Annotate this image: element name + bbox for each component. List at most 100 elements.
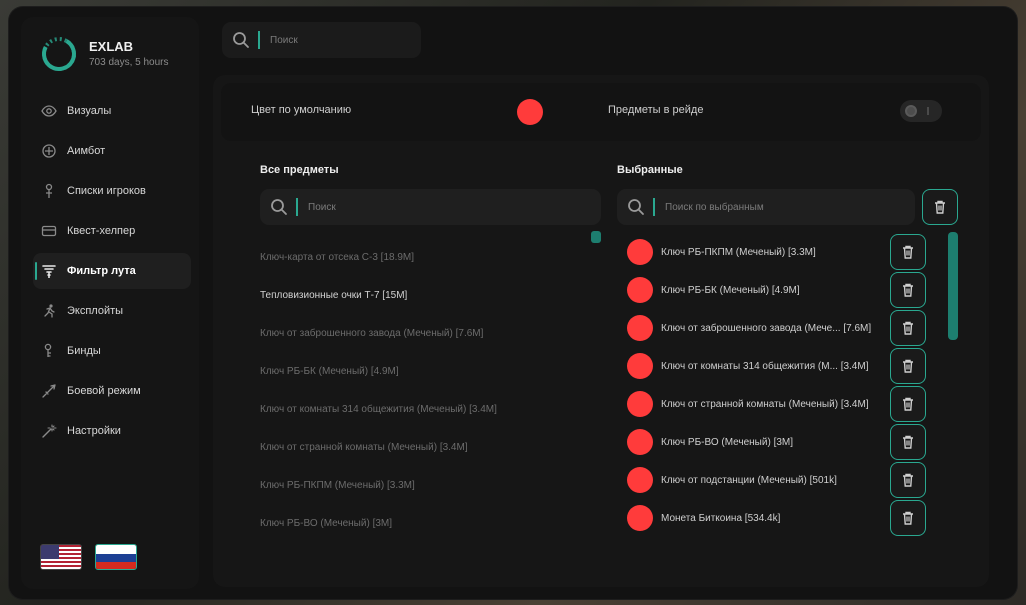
remove-item-button[interactable] — [890, 386, 926, 422]
sidebar-item-visuals[interactable]: Визуалы — [33, 93, 191, 129]
sidebar-item-label: Настройки — [67, 425, 121, 437]
item-color-swatch[interactable] — [627, 429, 653, 455]
toggle-bar — [927, 107, 929, 115]
item-color-swatch[interactable] — [627, 391, 653, 417]
global-search-input[interactable] — [270, 34, 390, 46]
trash-icon — [935, 200, 945, 214]
list-item[interactable]: Ключ РБ-ВО (Меченый) [3M] — [260, 505, 590, 543]
sidebar-item-binds[interactable]: Бинды — [33, 333, 191, 369]
list-item[interactable]: Ключ от комнаты 314 общежития (Меченый) … — [260, 391, 590, 429]
sidebar-item-loot-filter[interactable]: Фильтр лута — [33, 253, 191, 289]
logo-icon — [42, 37, 76, 71]
list-item[interactable]: Ключ от подстанции (Меченый) [501k] — [617, 461, 937, 499]
filter-icon — [41, 263, 57, 279]
trash-icon — [903, 359, 913, 373]
item-color-swatch[interactable] — [627, 315, 653, 341]
flag-ru-icon[interactable] — [95, 544, 137, 570]
default-color-picker[interactable] — [517, 99, 543, 125]
language-selector — [40, 544, 137, 570]
list-item[interactable]: Монета Биткоина [534.4k] — [617, 499, 937, 537]
trash-icon — [903, 283, 913, 297]
list-item[interactable]: Ключ РБ-ВО (Меченый) [3M] — [617, 423, 937, 461]
list-item[interactable]: Ключ РБ-ПКПМ (Меченый) [3.3M] — [617, 233, 937, 271]
item-label: Ключ РБ-БК (Меченый) [4.9M] — [661, 284, 800, 296]
remove-item-button[interactable] — [890, 272, 926, 308]
item-color-swatch[interactable] — [627, 239, 653, 265]
list-item[interactable]: Ключ РБ-БК (Меченый) [4.9M] — [260, 353, 590, 391]
subscription-remaining: 703 days, 5 hours — [89, 57, 169, 68]
item-label: Ключ от комнаты 314 общежития (М... [3.4… — [661, 360, 869, 372]
list-item[interactable]: Ключ РБ-БК (Меченый) [4.9M] — [617, 271, 937, 309]
trash-icon — [903, 435, 913, 449]
sidebar-item-player-lists[interactable]: Списки игроков — [33, 173, 191, 209]
trash-icon — [903, 397, 913, 411]
selected-items-list: Ключ РБ-ПКПМ (Меченый) [3.3M] Ключ РБ-БК… — [617, 233, 937, 545]
wand-icon — [41, 423, 57, 439]
selected-search[interactable] — [617, 189, 915, 225]
sidebar-item-label: Квест-хелпер — [67, 225, 136, 237]
sidebar-item-label: Фильтр лута — [67, 265, 136, 277]
sidebar-item-settings[interactable]: Настройки — [33, 413, 191, 449]
search-divider — [296, 198, 298, 216]
list-item[interactable]: Тепловизионные очки Т-7 [15M] — [260, 277, 590, 315]
trash-icon — [903, 321, 913, 335]
remove-item-button[interactable] — [890, 234, 926, 270]
sidebar: EXLAB 703 days, 5 hours Визуалы Аимбот С… — [21, 17, 199, 589]
sidebar-item-label: Визуалы — [67, 105, 112, 117]
item-label: Ключ РБ-ПКПМ (Меченый) [3.3M] — [661, 246, 816, 258]
eye-icon — [41, 103, 57, 119]
list-item[interactable]: Ключ от комнаты 314 общежития (М... [3.4… — [617, 347, 937, 385]
search-icon — [271, 199, 287, 215]
default-color-label: Цвет по умолчанию — [251, 104, 352, 116]
list-item[interactable]: Ключ РБ-ПКПМ (Меченый) [3.3M] — [260, 467, 590, 505]
key-icon — [41, 343, 57, 359]
sidebar-item-aimbot[interactable]: Аимбот — [33, 133, 191, 169]
brand-name: EXLAB — [89, 39, 134, 54]
sidebar-item-exploits[interactable]: Эксплойты — [33, 293, 191, 329]
item-color-swatch[interactable] — [627, 277, 653, 303]
list-item[interactable]: Ключ от странной комнаты (Меченый) [3.4M… — [617, 385, 937, 423]
item-label: Ключ от заброшенного завода (Мече... [7.… — [661, 322, 872, 334]
selected-items-scrollbar[interactable] — [948, 232, 958, 340]
list-item[interactable]: Ключ от заброшенного завода (Мече... [7.… — [617, 309, 937, 347]
list-item[interactable]: Ключ от заброшенного завода (Меченый) [7… — [260, 315, 590, 353]
trash-icon — [903, 473, 913, 487]
all-items-scrollbar[interactable] — [591, 231, 601, 243]
flag-us-icon[interactable] — [40, 544, 82, 570]
all-items-search-input[interactable] — [308, 201, 428, 213]
search-divider — [258, 31, 260, 49]
list-item[interactable]: Ключ-карта от отсека С-3 [18.9M] — [260, 239, 590, 277]
remove-item-button[interactable] — [890, 462, 926, 498]
sidebar-item-label: Списки игроков — [67, 185, 146, 197]
remove-item-button[interactable] — [890, 500, 926, 536]
app-window: EXLAB 703 days, 5 hours Визуалы Аимбот С… — [9, 7, 1017, 599]
sidebar-nav: Визуалы Аимбот Списки игроков Квест-хелп… — [33, 93, 191, 453]
raid-items-label: Предметы в рейде — [608, 104, 704, 116]
running-icon — [41, 303, 57, 319]
item-label: Ключ РБ-ВО (Меченый) [3M] — [661, 436, 794, 448]
sidebar-item-label: Эксплойты — [67, 305, 124, 317]
loot-filter-panel: Цвет по умолчанию Предметы в рейде Все п… — [213, 75, 989, 587]
clear-selected-button[interactable] — [922, 189, 958, 225]
card-icon — [41, 223, 57, 239]
selected-title: Выбранные — [617, 164, 683, 176]
remove-item-button[interactable] — [890, 348, 926, 384]
global-search[interactable] — [222, 22, 421, 58]
sidebar-item-quest-helper[interactable]: Квест-хелпер — [33, 213, 191, 249]
remove-item-button[interactable] — [890, 424, 926, 460]
list-item[interactable]: Ключ от странной комнаты (Меченый) [3.4M… — [260, 429, 590, 467]
sidebar-item-label: Боевой режим — [67, 385, 141, 397]
item-color-swatch[interactable] — [627, 353, 653, 379]
item-label: Ключ от странной комнаты (Меченый) [3.4M… — [661, 398, 869, 410]
raid-items-toggle[interactable] — [900, 100, 942, 122]
selected-search-input[interactable] — [665, 201, 865, 213]
toggle-knob — [905, 105, 917, 117]
trash-icon — [903, 245, 913, 259]
item-color-swatch[interactable] — [627, 467, 653, 493]
trash-icon — [903, 511, 913, 525]
remove-item-button[interactable] — [890, 310, 926, 346]
item-label: Ключ от подстанции (Меченый) [501k] — [661, 474, 837, 486]
sidebar-item-combat-mode[interactable]: Боевой режим — [33, 373, 191, 409]
all-items-search[interactable] — [260, 189, 601, 225]
item-color-swatch[interactable] — [627, 505, 653, 531]
